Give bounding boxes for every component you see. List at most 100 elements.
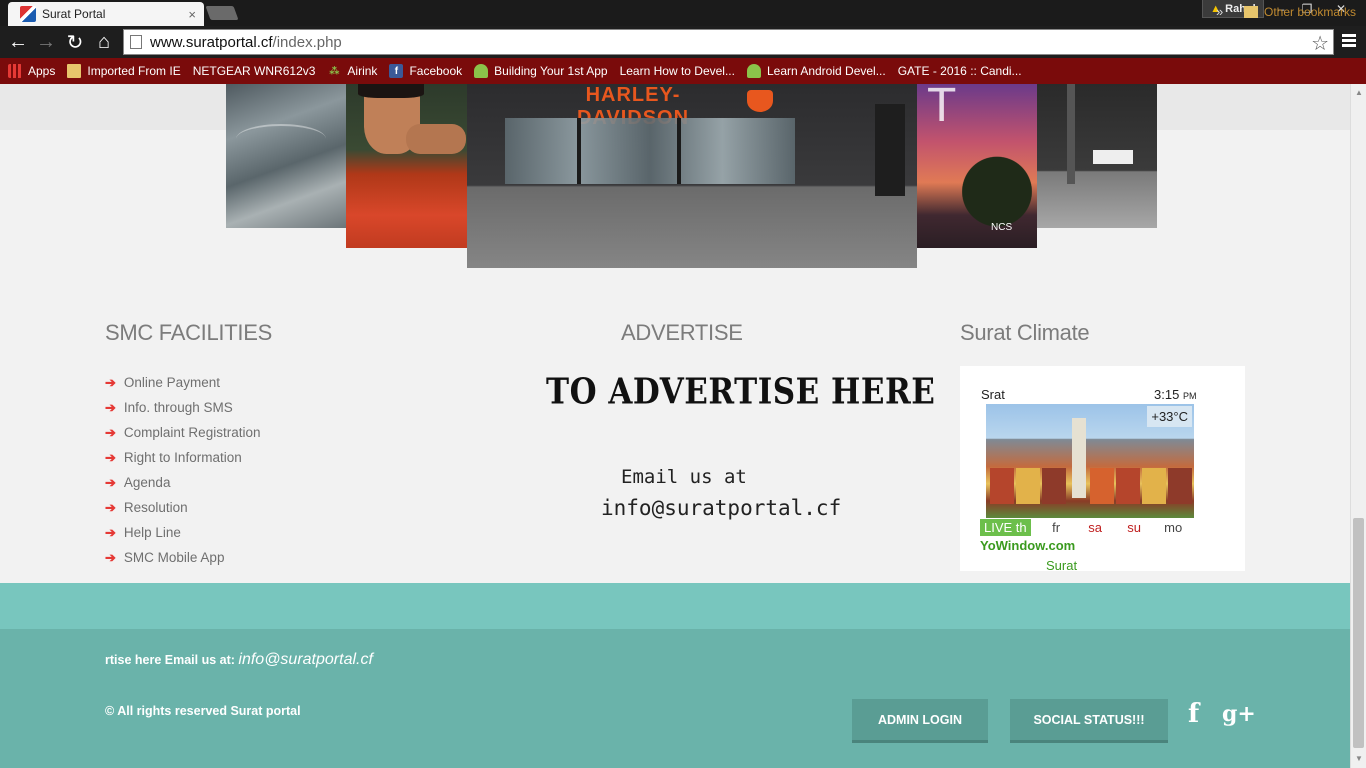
weather-days: LIVE th fr sa su mo: [980, 519, 1193, 536]
carousel-slide-person[interactable]: [346, 84, 468, 248]
weather-scene-illustration: +33°C: [986, 404, 1194, 518]
bookmark-item[interactable]: Learn How to Devel...: [0, 64, 735, 156]
page-scrollbar[interactable]: ▲ ▼: [1350, 84, 1366, 768]
arrow-right-icon: ➔: [105, 474, 116, 490]
scrollbar-thumb[interactable]: [1353, 518, 1364, 748]
weather-widget[interactable]: Srat 3:15 PM +33°C LIVE th fr sa su mo Y…: [960, 366, 1245, 573]
footer: rtise here Email us at: info@suratportal…: [0, 629, 1350, 768]
apps-icon: [8, 64, 22, 78]
facility-link[interactable]: ➔ Help Line: [105, 520, 260, 545]
airink-icon: ⁂: [329, 65, 340, 77]
advertise-email: info@suratportal.cf: [601, 496, 842, 520]
weather-live-badge[interactable]: LIVE th: [980, 519, 1031, 536]
footer-marquee: rtise here Email us at: info@suratportal…: [105, 651, 373, 668]
bookmark-item[interactable]: f Facebook: [389, 64, 462, 78]
carousel-slide-city[interactable]: T NCS: [917, 84, 1037, 248]
bookmark-item[interactable]: Building Your 1st App: [474, 64, 608, 78]
weather-day[interactable]: mo: [1154, 520, 1193, 535]
harley-shield-logo: [747, 90, 773, 112]
google-plus-icon[interactable]: g+: [1222, 701, 1256, 727]
footer-top-band: [0, 583, 1350, 629]
arrow-right-icon: ➔: [105, 399, 116, 415]
weather-day[interactable]: su: [1115, 520, 1154, 535]
advertise-title: ADVERTISE: [621, 320, 743, 345]
forward-arrow-icon[interactable]: →: [34, 30, 58, 54]
android-icon: [746, 64, 761, 78]
bookmark-label: Imported From IE: [87, 64, 181, 78]
facility-link[interactable]: ➔ Agenda: [105, 470, 260, 495]
weather-place-link[interactable]: Surat: [1046, 558, 1077, 573]
copyright-text: © All rights reserved Surat portal: [105, 704, 301, 718]
climate-title: Surat Climate: [960, 320, 1090, 345]
carousel-slide-road[interactable]: [226, 84, 348, 228]
facilities-title: SMC FACILITIES: [105, 320, 272, 345]
footer-email: info@suratportal.cf: [238, 651, 373, 668]
arrow-right-icon: ➔: [105, 449, 116, 465]
site-favicon-icon: [20, 6, 36, 22]
page-icon: [130, 35, 142, 49]
reload-icon[interactable]: ↻: [63, 30, 87, 54]
advertise-banner[interactable]: TO ADVERTISE HERE Email us at info@surat…: [503, 371, 935, 534]
arrow-right-icon: ➔: [105, 374, 116, 390]
bookmark-item[interactable]: ⁂ Airink: [327, 64, 377, 78]
weather-brand-link[interactable]: YoWindow.com: [980, 538, 1075, 553]
admin-login-button[interactable]: ADMIN LOGIN: [852, 699, 988, 743]
facebook-icon[interactable]: f: [1188, 699, 1199, 729]
facility-label: Resolution: [123, 500, 188, 515]
arrow-right-icon: ➔: [105, 424, 116, 440]
arrow-right-icon: ➔: [105, 499, 116, 515]
bookmark-item[interactable]: Imported From IE: [67, 64, 181, 78]
facility-label: Complaint Registration: [123, 425, 261, 440]
arrow-right-icon: ➔: [105, 549, 116, 565]
browser-tab[interactable]: Surat Portal ×: [8, 2, 204, 26]
weather-time: 3:15 PM: [1154, 387, 1197, 402]
social-status-button[interactable]: SOCIAL STATUS!!!: [1010, 699, 1168, 743]
bookmark-star-icon[interactable]: ☆: [1311, 31, 1329, 56]
scroll-up-arrow-icon[interactable]: ▲: [1355, 88, 1363, 97]
facility-link[interactable]: ➔ Resolution: [105, 495, 260, 520]
facility-link[interactable]: ➔ Complaint Registration: [105, 420, 260, 445]
facility-link[interactable]: ➔ Online Payment: [105, 370, 260, 395]
carousel-slide-harley-davidson[interactable]: HARLEY-DAVIDSON: [467, 84, 917, 268]
browser-toolbar: ← → ↻ ⌂ www.suratportal.cf/index.php ☆: [0, 26, 1366, 58]
back-arrow-icon[interactable]: ←: [6, 30, 30, 54]
tab-title: Surat Portal: [42, 7, 106, 21]
facility-label: Help Line: [123, 525, 181, 540]
bookmark-item[interactable]: Apps: [8, 64, 55, 78]
facility-link[interactable]: ➔ Info. through SMS: [105, 395, 260, 420]
bookmark-label: NETGEAR WNR612v3: [192, 64, 316, 78]
bookmark-label: Facebook: [409, 64, 463, 78]
facility-label: SMC Mobile App: [123, 550, 225, 565]
scroll-down-arrow-icon[interactable]: ▼: [1355, 754, 1363, 763]
facility-label: Online Payment: [123, 375, 220, 390]
facility-link[interactable]: ➔ Right to Information: [105, 445, 260, 470]
tab-close-icon[interactable]: ×: [188, 7, 196, 22]
bookmark-label: Learn Android Devel...: [766, 64, 886, 78]
chrome-menu-icon[interactable]: [1342, 34, 1356, 48]
bookmark-item[interactable]: NETGEAR WNR612v3: [0, 64, 316, 156]
arrow-right-icon: ➔: [105, 524, 116, 540]
carousel-slide-building[interactable]: [1037, 84, 1157, 228]
weather-day[interactable]: sa: [1076, 520, 1115, 535]
other-bookmarks[interactable]: Other bookmarks: [1244, 5, 1356, 19]
facility-link[interactable]: ➔ SMC Mobile App: [105, 545, 260, 570]
bookmark-item[interactable]: Learn Android Devel...: [746, 64, 886, 78]
address-bar[interactable]: www.suratportal.cf/index.php ☆: [123, 29, 1334, 55]
bookmarks-overflow-chevron-icon[interactable]: »: [1216, 4, 1223, 19]
advertise-email-label: Email us at: [621, 466, 747, 488]
store-windows: [505, 118, 795, 184]
advertise-headline: TO ADVERTISE HERE: [546, 371, 936, 413]
facility-label: Agenda: [123, 475, 171, 490]
home-icon[interactable]: ⌂: [92, 30, 116, 54]
weather-day[interactable]: fr: [1037, 520, 1076, 535]
bookmark-label: GATE - 2016 :: Candi...: [897, 64, 1022, 78]
new-tab-button[interactable]: [205, 6, 239, 20]
weather-city: Srat: [981, 387, 1005, 402]
url-text: www.suratportal.cf/index.php: [150, 33, 342, 51]
bookmark-label: Building Your 1st App: [494, 64, 608, 78]
bookmark-item[interactable]: GATE - 2016 :: Candi...: [0, 64, 1022, 156]
bookmarks-bar: Apps Imported From IE NETGEAR WNR612v3 ⁂ Air…: [0, 58, 1366, 156]
facility-label: Right to Information: [123, 450, 242, 465]
facility-label: Info. through SMS: [123, 400, 233, 415]
page-content: T NCS HARLEY-DAVIDSON SMC FACILITIES ➔ On…: [0, 84, 1350, 768]
